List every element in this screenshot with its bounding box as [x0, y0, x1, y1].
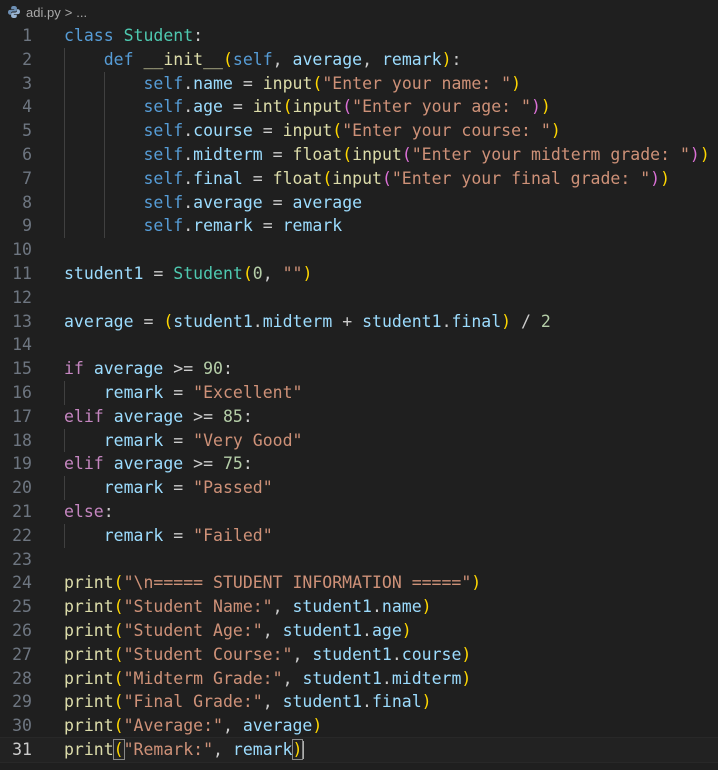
code-text: print("Student Name:", student1.name): [64, 597, 432, 617]
code-line[interactable]: 14: [0, 333, 718, 357]
code-line[interactable]: 18 remark = "Very Good": [0, 428, 718, 453]
line-number: 4: [22, 97, 32, 117]
code-text: elif average >= 85:: [64, 406, 253, 426]
code-line[interactable]: 8 self.average = average: [0, 190, 718, 215]
line-number: 15: [12, 359, 32, 379]
line-number: 16: [12, 382, 32, 402]
code-text: self.midterm = float(input("Enter your m…: [143, 144, 710, 164]
line-number: 30: [12, 716, 32, 736]
line-number: 14: [12, 335, 32, 355]
line-number: 7: [22, 168, 32, 188]
line-number: 8: [22, 192, 32, 212]
code-line[interactable]: 13 average = (student1.midterm + student1…: [0, 310, 718, 334]
line-number: 27: [12, 644, 32, 664]
line-number: 2: [22, 49, 32, 69]
code-text: student1 = Student(0, ""): [64, 263, 313, 283]
code-line[interactable]: 24 print("\n===== STUDENT INFORMATION ===…: [0, 571, 718, 595]
code-text: self.remark = remark: [143, 216, 343, 236]
line-number: 6: [22, 144, 32, 164]
code-line[interactable]: 15 if average >= 90:: [0, 357, 718, 381]
code-line[interactable]: 30 print("Average:", average): [0, 714, 718, 738]
code-line[interactable]: 28 print("Midterm Grade:", student1.midte…: [0, 667, 718, 691]
code-line[interactable]: 1 class Student:: [0, 24, 718, 48]
code-text: self.age = int(input("Enter your age: ")…: [143, 97, 551, 117]
code-line[interactable]: 6 self.midterm = float(input("Enter your…: [0, 142, 718, 167]
line-number: 17: [12, 406, 32, 426]
code-editor[interactable]: 1 class Student: 2 def __init__(self, aver…: [0, 24, 718, 763]
code-line[interactable]: 26 print("Student Age:", student1.age): [0, 619, 718, 643]
breadcrumb: adi.py > ...: [0, 0, 718, 24]
code-line[interactable]: 27 print("Student Course:", student1.cour…: [0, 643, 718, 667]
line-number: 21: [12, 501, 32, 521]
code-text: remark = "Passed": [103, 478, 273, 498]
code-line[interactable]: 20 remark = "Passed": [0, 476, 718, 500]
code-text: print("Average:", average): [64, 716, 323, 736]
line-number: 19: [12, 454, 32, 474]
breadcrumb-file[interactable]: adi.py: [26, 5, 61, 20]
line-number: 20: [12, 478, 32, 498]
line-number: 22: [12, 525, 32, 545]
line-number: 13: [12, 311, 32, 331]
code-line[interactable]: 17 elif average >= 85:: [0, 405, 718, 429]
code-text: remark = "Very Good": [103, 430, 303, 450]
code-text: def __init__(self, average, remark):: [103, 49, 462, 69]
code-text: if average >= 90:: [64, 359, 233, 379]
line-number: 23: [12, 549, 32, 569]
code-text: print("Midterm Grade:", student1.midterm…: [64, 668, 472, 688]
code-line[interactable]: 2 def __init__(self, average, remark):: [0, 47, 718, 72]
line-number: 5: [22, 121, 32, 141]
code-line[interactable]: 4 self.age = int(input("Enter your age: …: [0, 95, 718, 120]
code-line[interactable]: 10: [0, 238, 718, 262]
code-text: remark = "Failed": [103, 525, 273, 545]
line-number: 28: [12, 668, 32, 688]
code-text: average = (student1.midterm + student1.f…: [64, 311, 551, 331]
code-text: self.course = input("Enter your course: …: [143, 121, 561, 141]
code-text: class Student:: [64, 26, 204, 45]
code-text: print("Student Course:", student1.course…: [64, 644, 472, 664]
line-number: 29: [12, 692, 32, 712]
line-number: 12: [12, 287, 32, 307]
code-line[interactable]: 22 remark = "Failed": [0, 523, 718, 548]
code-line[interactable]: 29 print("Final Grade:", student1.final): [0, 690, 718, 714]
line-number: 3: [22, 73, 32, 93]
line-number: 9: [22, 216, 32, 236]
breadcrumb-symbol[interactable]: ...: [76, 5, 87, 20]
line-number: 25: [12, 597, 32, 617]
code-text: print("Remark:", remark): [64, 738, 305, 760]
python-file-icon: [6, 4, 22, 20]
code-line[interactable]: 21 else:: [0, 500, 718, 524]
line-number: 26: [12, 620, 32, 640]
line-number: 10: [12, 240, 32, 260]
code-line[interactable]: 9 self.remark = remark: [0, 214, 718, 239]
code-text: print("Final Grade:", student1.final): [64, 692, 432, 712]
chevron-right-icon: >: [64, 4, 73, 20]
code-line[interactable]: 19 elif average >= 75:: [0, 452, 718, 476]
code-text: self.final = float(input("Enter your fin…: [143, 168, 671, 188]
line-number: 1: [22, 26, 32, 45]
code-line[interactable]: 25 print("Student Name:", student1.name): [0, 595, 718, 619]
code-line[interactable]: 11 student1 = Student(0, ""): [0, 262, 718, 286]
code-text: elif average >= 75:: [64, 454, 253, 474]
code-text: self.average = average: [143, 192, 363, 212]
code-text: remark = "Excellent": [103, 382, 303, 402]
code-line[interactable]: 31 print("Remark:", remark): [0, 736, 718, 763]
code-text: self.name = input("Enter your name: "): [143, 73, 522, 93]
code-line[interactable]: 5 self.course = input("Enter your course…: [0, 119, 718, 143]
code-line[interactable]: 16 remark = "Excellent": [0, 380, 718, 405]
line-number: 24: [12, 573, 32, 593]
code-text: else:: [64, 501, 114, 521]
line-number: 11: [12, 263, 32, 283]
code-line[interactable]: 3 self.name = input("Enter your name: "): [0, 71, 718, 96]
code-text: print("\n===== STUDENT INFORMATION =====…: [64, 573, 482, 593]
line-number: 18: [12, 430, 32, 450]
code-line[interactable]: 12: [0, 286, 718, 310]
text-cursor: [302, 741, 305, 760]
code-line[interactable]: 23: [0, 548, 718, 572]
code-line[interactable]: 7 self.final = float(input("Enter your f…: [0, 166, 718, 191]
code-text: print("Student Age:", student1.age): [64, 620, 412, 640]
line-number: 31: [12, 739, 32, 759]
